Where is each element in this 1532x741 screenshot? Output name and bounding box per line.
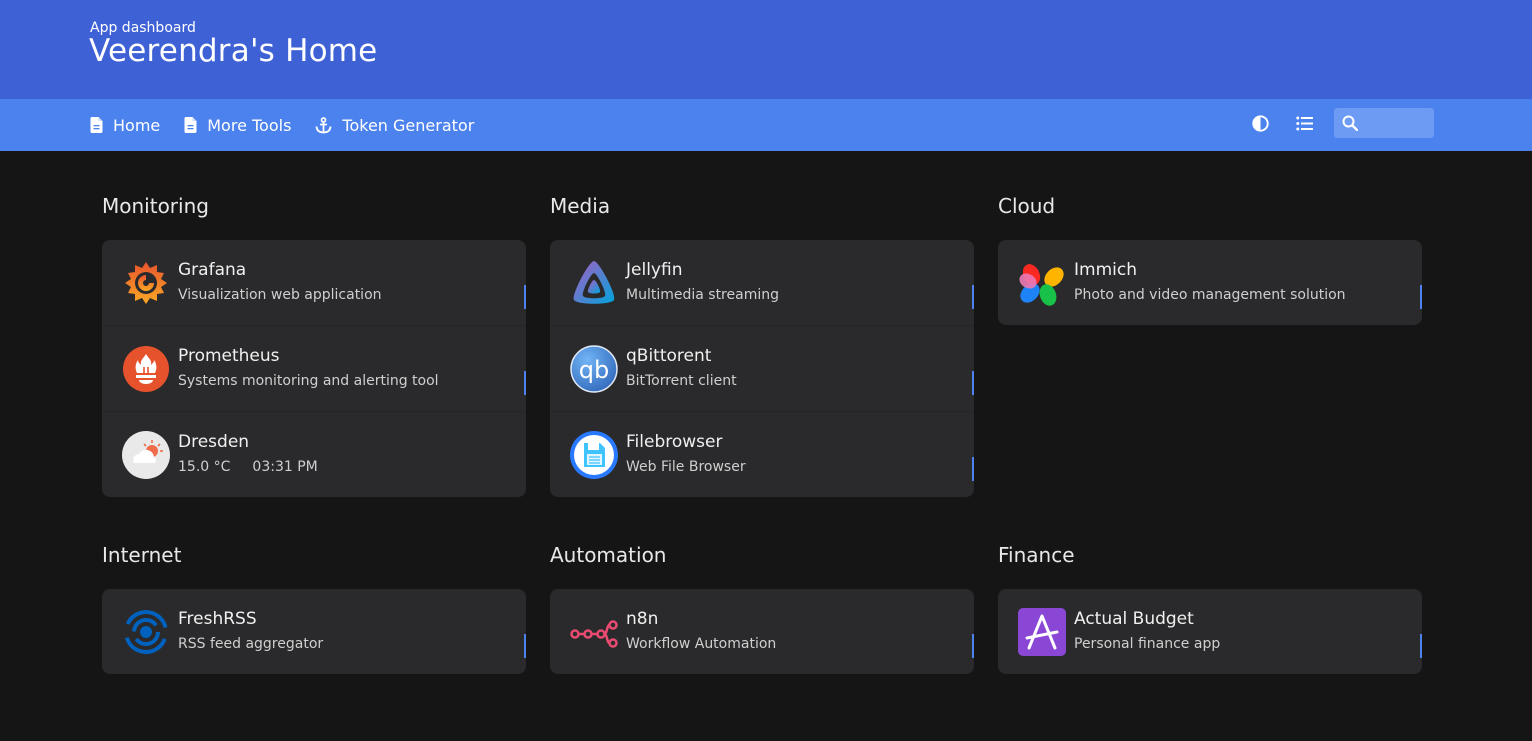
group-title: Internet: [102, 543, 182, 567]
service-card-prometheus[interactable]: Prometheus Systems monitoring and alerti…: [102, 326, 526, 412]
weather-temperature: 15.0 °C: [178, 459, 231, 475]
group-title: Media: [550, 194, 611, 218]
group-cloud: Cloud Immich Photo and video management …: [998, 191, 1422, 325]
qbittorrent-icon: qb: [570, 345, 618, 393]
service-name: FreshRSS: [178, 609, 257, 629]
service-description: Personal finance app: [1074, 636, 1221, 652]
service-name: qBittorent: [626, 346, 712, 366]
nav-link-label: Home: [113, 115, 161, 135]
service-card-jellyfin[interactable]: Jellyfin Multimedia streaming: [550, 240, 974, 326]
filebrowser-icon: [570, 431, 618, 479]
service-card-filebrowser[interactable]: Filebrowser Web File Browser: [550, 412, 974, 497]
list-icon: [1295, 116, 1313, 130]
status-indicator: [1420, 634, 1422, 658]
service-description: Photo and video management solution: [1074, 287, 1346, 303]
service-description: Multimedia streaming: [626, 287, 779, 303]
search-icon: [1342, 115, 1358, 131]
group-title: Finance: [998, 543, 1075, 567]
service-card-immich[interactable]: Immich Photo and video management soluti…: [998, 240, 1422, 325]
status-indicator: [972, 457, 974, 481]
card-stack: n8n Workflow Automation: [550, 589, 974, 674]
weather-icon: [122, 431, 170, 479]
service-description: Visualization web application: [178, 287, 382, 303]
service-card-qbittorent[interactable]: qb qBittorent BitTorrent client: [550, 326, 974, 412]
service-name: Prometheus: [178, 346, 280, 366]
card-stack: Grafana Visualization web application Pr…: [102, 240, 526, 497]
service-card-n8n[interactable]: n8n Workflow Automation: [550, 589, 974, 674]
card-stack: Actual Budget Personal finance app: [998, 589, 1422, 674]
nav-link-home[interactable]: Home: [90, 116, 160, 135]
service-description: BitTorrent client: [626, 373, 737, 389]
service-description: Workflow Automation: [626, 636, 777, 652]
service-description: RSS feed aggregator: [178, 636, 324, 652]
anchor-icon: [316, 116, 332, 133]
file-icon: [90, 117, 103, 133]
service-card-grafana[interactable]: Grafana Visualization web application: [102, 240, 526, 326]
nav-actions: [1246, 108, 1434, 138]
nav-link-label: Token Generator: [342, 115, 475, 135]
service-name: Jellyfin: [626, 260, 683, 280]
group-internet: Internet FreshRSS RSS feed aggregator: [102, 540, 526, 674]
card-stack: FreshRSS RSS feed aggregator: [102, 589, 526, 674]
group-finance: Finance Actual Budget Personal finance a…: [998, 540, 1422, 674]
header: App dashboard Veerendra's Home: [0, 0, 1532, 99]
navbar: Home More Tools Token Generator: [0, 99, 1532, 151]
service-name: Actual Budget: [1074, 609, 1194, 629]
group-automation: Automation n8n Workflow Automation: [550, 540, 974, 674]
layout-toggle-button[interactable]: [1290, 108, 1318, 138]
svg-text:qb: qb: [579, 356, 609, 384]
service-name: Grafana: [178, 260, 247, 280]
search-box[interactable]: [1334, 108, 1434, 138]
weather-widget[interactable]: Dresden 15.0 °C 03:31 PM: [102, 412, 526, 497]
weather-location: Dresden: [178, 432, 250, 452]
file-icon: [184, 117, 197, 133]
page-title: Veerendra's Home: [89, 33, 378, 69]
freshrss-icon: [124, 610, 168, 654]
nav-link-token-generator[interactable]: Token Generator: [315, 116, 474, 135]
weather-details: 15.0 °C 03:31 PM: [178, 459, 340, 475]
weather-time: 03:31 PM: [252, 459, 318, 475]
status-indicator: [524, 285, 526, 309]
service-name: Immich: [1074, 260, 1137, 280]
status-indicator: [1420, 285, 1422, 309]
status-indicator: [972, 634, 974, 658]
immich-icon: [1019, 264, 1064, 306]
nav-link-more-tools[interactable]: More Tools: [184, 116, 291, 135]
card-stack: Jellyfin Multimedia streaming qb qBittor…: [550, 240, 974, 497]
service-name: Filebrowser: [626, 432, 723, 452]
group-title: Cloud: [998, 194, 1056, 218]
group-title: Monitoring: [102, 194, 209, 218]
status-indicator: [972, 285, 974, 309]
group-monitoring: Monitoring Grafana Visualization web app…: [102, 191, 526, 497]
group-title: Automation: [550, 543, 667, 567]
prometheus-icon: [123, 346, 169, 392]
status-indicator: [524, 634, 526, 658]
jellyfin-icon: [573, 261, 615, 304]
service-name: n8n: [626, 609, 659, 629]
theme-toggle-button[interactable]: [1246, 108, 1274, 138]
search-input[interactable]: [1364, 114, 1428, 132]
group-media: Media Jellyfin Multimedia streaming qb q: [550, 191, 974, 497]
nav-link-label: More Tools: [207, 115, 292, 135]
status-indicator: [524, 371, 526, 395]
contrast-icon: [1251, 114, 1269, 132]
actual-budget-icon: [1018, 608, 1066, 656]
card-stack: Immich Photo and video management soluti…: [998, 240, 1422, 325]
status-indicator: [972, 371, 974, 395]
service-description: Systems monitoring and alerting tool: [178, 373, 439, 389]
n8n-icon: [570, 620, 618, 648]
grafana-icon: [125, 262, 167, 304]
nav-links: Home More Tools Token Generator: [90, 99, 498, 151]
service-card-actual-budget[interactable]: Actual Budget Personal finance app: [998, 589, 1422, 674]
service-description: Web File Browser: [626, 459, 746, 475]
service-card-freshrss[interactable]: FreshRSS RSS feed aggregator: [102, 589, 526, 674]
